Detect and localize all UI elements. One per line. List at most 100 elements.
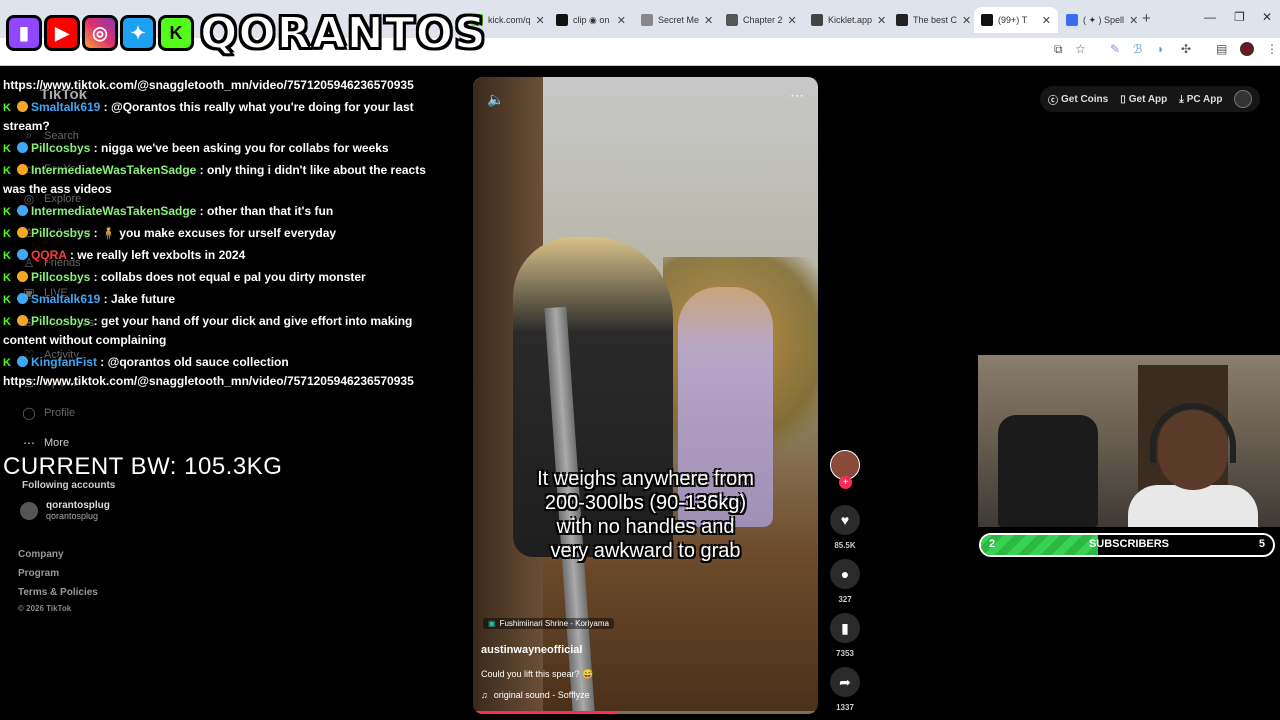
side-panel-icon[interactable]: ▤ — [1216, 42, 1227, 56]
tab-close-icon[interactable]: ✕ — [617, 14, 626, 27]
chat-separator: : — [100, 100, 112, 114]
video-progress-bar[interactable] — [473, 711, 818, 714]
follow-plus-icon[interactable]: + — [839, 476, 852, 489]
chat-badge-icon — [16, 271, 28, 282]
tab-title: ( ✦ ) Spell — [1083, 14, 1125, 25]
tab-close-icon[interactable]: ✕ — [704, 14, 713, 27]
footer-terms-link[interactable]: Terms & Policies — [18, 587, 98, 598]
more-icon: ⋯ — [23, 436, 35, 450]
chat-text: Jake future — [111, 292, 176, 306]
kick-badge-icon: K — [3, 165, 11, 177]
get-coins-button[interactable]: ⓒ Get Coins — [1048, 92, 1108, 107]
chat-message: https://www.tiktok.com/@snaggletooth_mn/… — [3, 372, 443, 390]
comment-icon[interactable]: ● — [830, 559, 860, 589]
minimize-button[interactable]: — — [1204, 10, 1216, 24]
chat-message: K QQRA : we really left vexbolts in 2024 — [3, 246, 443, 265]
video-player[interactable]: 🔈 ⋯ It weighs anywhere from 200-300lbs (… — [473, 77, 818, 714]
tab-title: Kicklet.app — [828, 15, 873, 25]
sub-goal-target: 5 — [1258, 538, 1265, 550]
chat-badge-icon — [16, 356, 28, 367]
chat-text: @qorantos old sauce collection — [107, 355, 289, 369]
stream-logo: ▮ ▶ ◎ ✦ K QORANTOS — [6, 4, 487, 62]
tab-favicon-icon — [981, 14, 993, 26]
bookmark-star-icon[interactable]: ☆ — [1075, 42, 1086, 56]
browser-tab[interactable]: Kicklet.app ✕ — [804, 7, 888, 33]
extension-icon[interactable]: ◗ — [1157, 42, 1164, 56]
chat-username[interactable]: Smaltalk619 — [31, 292, 100, 306]
chat-username[interactable]: IntermediateWasTakenSadge — [31, 204, 196, 218]
extensions-puzzle-icon[interactable]: ✣ — [1181, 42, 1191, 56]
browser-tab[interactable]: (99+) T ✕ — [974, 7, 1058, 33]
tab-close-icon[interactable]: ✕ — [877, 14, 886, 27]
get-app-button[interactable]: ▯ Get App — [1120, 94, 1167, 105]
chat-username[interactable]: Pillcosbys — [31, 314, 90, 328]
chat-text: 🧍 you make excuses for urself everyday — [101, 226, 337, 240]
extension-icon[interactable]: ℬ — [1133, 42, 1142, 56]
like-heart-icon[interactable]: ♥ — [830, 505, 860, 535]
sound-link[interactable]: ♫ original sound - Sofflyze — [481, 690, 590, 700]
close-window-button[interactable]: ✕ — [1262, 10, 1272, 24]
pc-app-button[interactable]: ⤓ PC App — [1179, 94, 1222, 105]
tab-close-icon[interactable]: ✕ — [788, 14, 797, 27]
menu-kebab-icon[interactable]: ⋮ — [1266, 42, 1278, 56]
browser-tab[interactable]: ( ✦ ) Spell ✕ — [1059, 7, 1143, 33]
browser-tab[interactable]: Chapter 2 ✕ — [719, 7, 803, 33]
browser-tab[interactable]: Secret Me ✕ — [634, 7, 718, 33]
chat-badge-icon — [16, 249, 28, 260]
kick-badge-icon: K — [3, 102, 11, 114]
new-tab-button[interactable]: + — [1142, 10, 1151, 27]
browser-tab[interactable]: clip ◉ on ✕ — [549, 7, 633, 33]
chat-username[interactable]: Pillcosbys — [31, 270, 90, 284]
tab-title: kick.com/q — [488, 15, 531, 25]
more-options-icon[interactable]: ⋯ — [790, 87, 804, 104]
install-icon[interactable]: ⧉ — [1054, 42, 1063, 57]
account-handle: qorantosplug — [46, 511, 99, 521]
chat-separator: : — [196, 204, 208, 218]
profile-avatar[interactable] — [1240, 42, 1254, 56]
webcam-streamer-body — [1128, 485, 1258, 527]
video-author[interactable]: austinwayneofficial — [481, 644, 582, 656]
chat-text: https://www.tiktok.com/@snaggletooth_mn/… — [3, 78, 414, 92]
share-arrow-icon[interactable]: ➦ — [830, 667, 860, 697]
sidebar-item-more[interactable]: ⋯ More — [22, 436, 69, 450]
sidebar-item-profile[interactable]: ◯ Profile — [22, 406, 75, 420]
sidebar-item-label: More — [44, 437, 70, 449]
chat-message: K IntermediateWasTakenSadge : other than … — [3, 202, 443, 221]
footer-program-link[interactable]: Program — [18, 568, 59, 579]
caption-line: with no handles and — [556, 516, 735, 538]
chat-username[interactable]: Pillcosbys — [31, 226, 90, 240]
chat-message: K Pillcosbys : 🧍 you make excuses for urs… — [3, 224, 443, 243]
chat-badge-icon — [16, 142, 28, 153]
youtube-icon: ▶ — [44, 15, 80, 51]
chat-username[interactable]: QQRA — [31, 248, 67, 262]
maximize-button[interactable]: ❐ — [1234, 10, 1245, 24]
footer-company-link[interactable]: Company — [18, 549, 64, 560]
phone-icon: ▯ — [1120, 93, 1126, 105]
tab-title: Secret Me — [658, 15, 700, 25]
tab-close-icon[interactable]: ✕ — [1042, 14, 1051, 27]
chat-username[interactable]: Pillcosbys — [31, 141, 90, 155]
chat-username[interactable]: IntermediateWasTakenSadge — [31, 163, 196, 177]
chat-separator: : — [196, 163, 208, 177]
browser-tab[interactable]: The best C ✕ — [889, 7, 973, 33]
following-account[interactable]: qorantosplug qorantosplug — [20, 500, 110, 521]
tab-favicon-icon — [726, 14, 738, 26]
tab-title: The best C — [913, 15, 958, 25]
chat-separator: : — [90, 226, 101, 240]
chat-username[interactable]: KingfanFist — [31, 355, 97, 369]
kick-badge-icon: K — [3, 316, 11, 328]
instagram-icon: ◎ — [82, 15, 118, 51]
volume-icon[interactable]: 🔈 — [487, 91, 504, 108]
chat-username[interactable]: Smaltalk619 — [31, 100, 100, 114]
tab-close-icon[interactable]: ✕ — [536, 14, 545, 27]
chat-text: collabs does not equal e pal you dirty m… — [101, 270, 366, 284]
tab-title: clip ◉ on — [573, 14, 610, 25]
kick-badge-icon: K — [3, 143, 11, 155]
location-tag[interactable]: ▣ Fushimiinari Shrine - Koriyama — [483, 618, 614, 629]
bookmark-icon[interactable]: ▮ — [830, 613, 860, 643]
tab-close-icon[interactable]: ✕ — [1129, 14, 1138, 27]
tab-favicon-icon — [556, 14, 568, 26]
extension-icon[interactable]: ✎ — [1110, 42, 1120, 56]
user-avatar[interactable] — [1234, 90, 1253, 108]
tab-close-icon[interactable]: ✕ — [962, 14, 971, 27]
